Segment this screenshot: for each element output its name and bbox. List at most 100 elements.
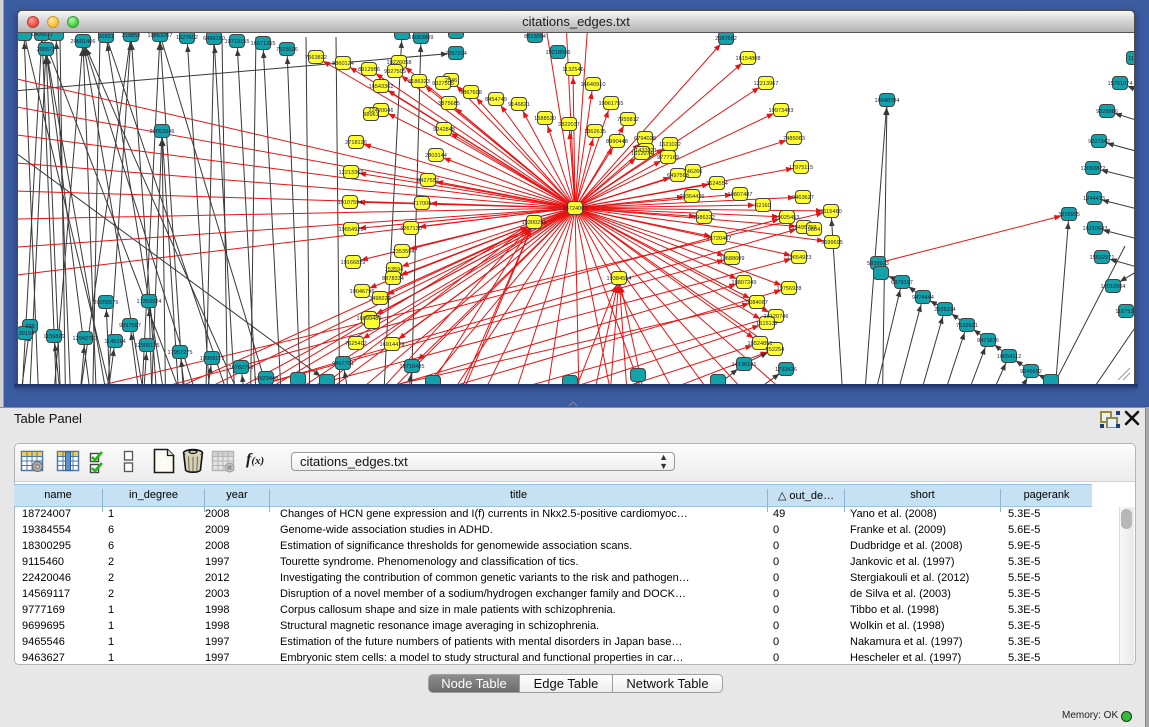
svg-text:1527602: 1527602 [176,35,198,41]
svg-text:16053809: 16053809 [409,35,434,41]
svg-text:17016504: 17016504 [1101,284,1126,290]
svg-text:20053346: 20053346 [150,129,175,135]
svg-text:9457791: 9457791 [332,361,354,367]
svg-text:3498222: 3498222 [369,296,391,302]
svg-text:9329966: 9329966 [1096,109,1118,115]
svg-text:1615132: 1615132 [756,321,778,327]
svg-text:8860124: 8860124 [332,61,354,67]
svg-text:10853267: 10853267 [148,33,173,39]
svg-text:14136141: 14136141 [732,362,757,368]
svg-text:6497568: 6497568 [667,173,689,179]
svg-text:9777169: 9777169 [657,155,679,161]
svg-text:7663822: 7663822 [305,55,327,61]
svg-text:20931: 20931 [98,34,114,40]
svg-text:1156829: 1156829 [43,334,64,340]
svg-text:205572: 205572 [37,47,56,53]
svg-text:1612074: 1612074 [631,151,653,157]
svg-text:7485063: 7485063 [783,136,805,142]
svg-text:139154: 139154 [18,331,34,337]
svg-text:153594: 153594 [385,267,404,273]
svg-text:2867608: 2867608 [460,90,482,96]
svg-text:10961755: 10961755 [599,101,624,107]
svg-text:19384554: 19384554 [607,276,632,282]
svg-text:16210643: 16210643 [1083,226,1108,232]
svg-text:10654112: 10654112 [997,354,1021,360]
svg-text:10107554: 10107554 [338,200,363,206]
svg-text:12093872: 12093872 [1081,166,1106,172]
svg-text:8427552: 8427552 [417,178,439,184]
svg-text:98961: 98961 [363,112,379,118]
svg-text:1145194: 1145194 [104,339,125,345]
svg-text:252254: 252254 [766,347,785,353]
svg-text:9327505: 9327505 [384,69,406,75]
svg-text:10958117: 10958117 [200,356,224,362]
svg-text:16543362: 16543362 [369,84,394,90]
svg-text:12942757: 12942757 [73,336,98,342]
svg-text:2935114: 2935114 [934,307,955,313]
svg-text:12905135: 12905135 [135,343,160,349]
svg-text:7955812: 7955812 [617,117,639,123]
svg-text:8186323: 8186323 [408,79,430,85]
svg-text:17975115: 17975115 [789,165,813,171]
svg-text:3875685: 3875685 [438,101,460,107]
svg-text:9115460: 9115460 [820,209,841,215]
svg-text:19166829: 19166829 [341,260,366,266]
svg-text:15692971: 15692971 [1090,255,1115,261]
svg-text:3624554: 3624554 [706,181,728,187]
svg-text:16120746: 16120746 [764,314,789,320]
svg-text:15751074: 15751074 [1108,81,1133,87]
svg-text:1112: 1112 [1128,56,1134,62]
svg-text:18226058: 18226058 [387,60,412,66]
svg-text:9242848: 9242848 [433,127,455,133]
svg-text:10688609: 10688609 [720,256,745,262]
svg-text:9804: 9804 [808,227,820,233]
svg-text:9245652: 9245652 [1020,369,1042,375]
svg-text:7632621: 7632621 [956,323,978,329]
svg-text:1244413: 1244413 [1083,196,1105,202]
svg-text:9699695: 9699695 [821,240,843,246]
svg-text:16914479: 16914479 [380,342,405,348]
svg-text:8878334: 8878334 [382,276,404,282]
svg-text:3215955: 3215955 [1058,212,1080,218]
svg-text:16782759: 16782759 [229,365,254,371]
svg-text:62160: 62160 [755,203,771,209]
svg-text:11923448: 11923448 [254,376,278,382]
svg-text:1588520: 1588520 [534,116,556,122]
svg-text:16648784: 16648784 [875,98,900,104]
svg-text:10046796: 10046796 [350,289,375,295]
svg-text:8454749: 8454749 [485,97,507,103]
svg-text:7357224: 7357224 [445,51,467,57]
svg-text:7515526: 7515526 [276,47,298,53]
svg-text:19756928: 19756928 [777,286,802,292]
svg-text:10807487: 10807487 [728,192,753,198]
svg-text:210853: 210853 [122,33,141,39]
svg-text:2718126: 2718126 [345,140,367,146]
svg-text:20691406: 20691406 [71,39,96,45]
svg-text:2803144: 2803144 [425,153,447,159]
svg-text:12213967: 12213967 [754,81,779,87]
svg-text:12213369: 12213369 [339,170,364,176]
svg-text:1733426: 1733426 [775,367,797,373]
svg-text:20206576: 20206576 [94,300,119,306]
svg-text:16099489: 16099489 [357,316,382,322]
svg-text:19654923: 19654923 [787,255,812,261]
svg-text:15716485: 15716485 [400,364,425,370]
svg-text:10719155: 10719155 [225,39,250,45]
svg-text:16154808: 16154808 [736,56,761,62]
svg-text:3267130: 3267130 [400,226,422,232]
svg-text:9146821: 9146821 [508,102,530,108]
svg-text:717006: 717006 [413,201,432,207]
svg-text:10025453: 10025453 [775,215,800,221]
svg-text:17957275: 17957275 [168,350,193,356]
svg-text:8990448: 8990448 [606,139,628,145]
svg-text:17359924: 17359924 [137,299,162,305]
svg-text:18300295: 18300295 [522,220,547,226]
svg-text:6794028: 6794028 [634,136,656,142]
svg-text:20364436: 20364436 [680,194,705,200]
svg-text:3822037: 3822037 [558,122,580,128]
svg-text:226: 226 [25,324,34,330]
svg-text:6466160: 6466160 [203,36,225,42]
svg-text:1167533: 1167533 [1115,309,1134,315]
svg-text:7986322: 7986322 [693,215,715,221]
svg-text:1621022: 1621022 [659,142,681,148]
